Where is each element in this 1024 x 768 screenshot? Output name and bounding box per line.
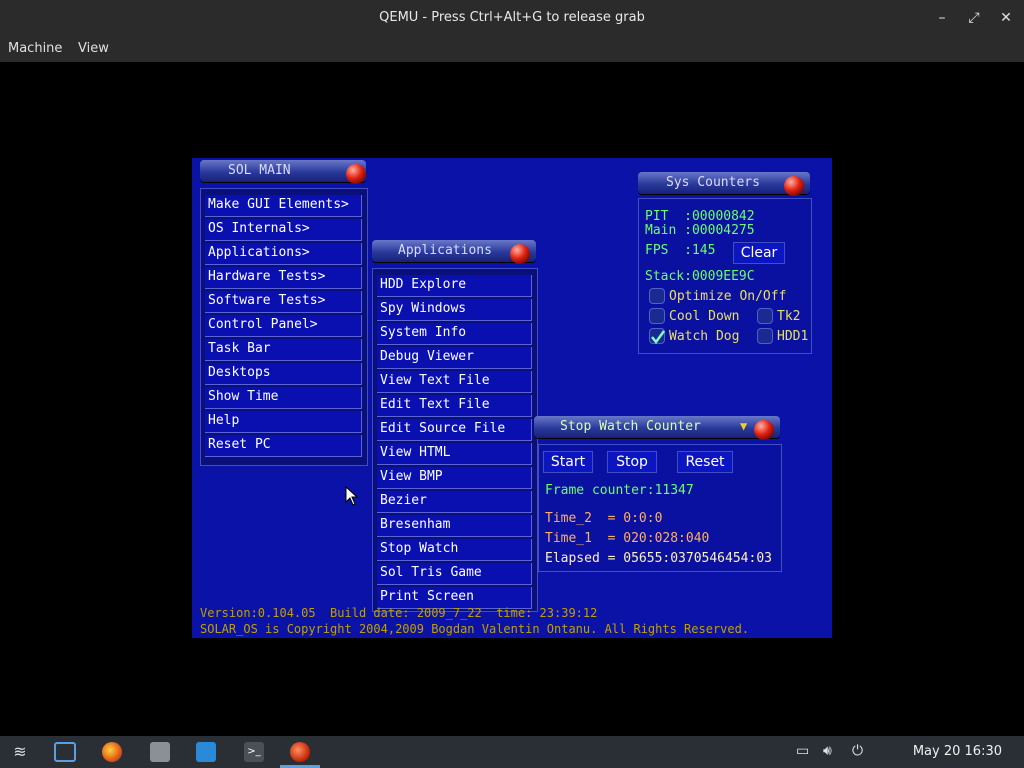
restore-icon[interactable]: ⤢: [964, 8, 984, 28]
files-icon[interactable]: [150, 742, 170, 762]
close-icon[interactable]: ✕: [996, 8, 1016, 28]
stop-button[interactable]: Stop: [607, 451, 657, 473]
frame-counter: Frame counter:11347: [545, 483, 694, 498]
app-item-sol-tris-game[interactable]: Sol Tris Game: [377, 563, 532, 585]
menu-item-task-bar[interactable]: Task Bar: [205, 339, 362, 361]
store-icon[interactable]: [196, 742, 216, 762]
menu-item-software-tests[interactable]: Software Tests>: [205, 291, 362, 313]
app-item-bezier[interactable]: Bezier: [377, 491, 532, 513]
sol-main-menu: Make GUI Elements> OS Internals> Applica…: [200, 188, 368, 466]
stop-watch-titlebar[interactable]: Stop Watch Counter ▼: [534, 416, 780, 440]
menu-item-make-gui[interactable]: Make GUI Elements>: [205, 195, 362, 217]
window-title: QEMU - Press Ctrl+Alt+G to release grab: [379, 10, 645, 25]
elapsed-time: Elapsed = 05655:0370546454:03: [545, 551, 772, 566]
menu-view[interactable]: View: [78, 41, 109, 56]
applications-menu: HDD Explore Spy Windows System Info Debu…: [372, 268, 538, 612]
pit-counter: PIT :00000842: [645, 209, 755, 224]
volume-icon[interactable]: 🔊︎: [823, 743, 832, 759]
menu-item-reset-pc[interactable]: Reset PC: [205, 435, 362, 457]
copyright-info: SOLAR_OS is Copyright 2004,2009 Bogdan V…: [200, 622, 750, 636]
display-icon[interactable]: ▭: [796, 743, 809, 759]
qemu-icon[interactable]: [290, 742, 310, 762]
app-launcher-icon[interactable]: ≋: [10, 742, 30, 762]
menu-item-control-panel[interactable]: Control Panel>: [205, 315, 362, 337]
app-item-hdd-explore[interactable]: HDD Explore: [377, 275, 532, 297]
stack-counter: Stack:0009EE9C: [645, 269, 755, 284]
window-switcher-icon[interactable]: [54, 742, 76, 762]
menu-item-help[interactable]: Help: [205, 411, 362, 433]
tk2-checkbox[interactable]: [757, 308, 773, 324]
sys-counters-title: Sys Counters: [666, 175, 760, 190]
clear-button[interactable]: Clear: [733, 242, 785, 264]
tk2-label: Tk2: [777, 309, 801, 324]
main-counter: Main :00004275: [645, 223, 755, 238]
app-item-debug-viewer[interactable]: Debug Viewer: [377, 347, 532, 369]
reset-button[interactable]: Reset: [677, 451, 733, 473]
menu-machine[interactable]: Machine: [8, 41, 62, 56]
app-item-edit-source-file[interactable]: Edit Source File: [377, 419, 532, 441]
app-item-spy-windows[interactable]: Spy Windows: [377, 299, 532, 321]
stop-watch-panel: Start Stop Reset Frame counter:11347 Tim…: [538, 444, 782, 572]
stop-watch-title: Stop Watch Counter: [560, 419, 701, 434]
dropdown-arrow-icon[interactable]: ▼: [740, 419, 747, 433]
sol-main-titlebar[interactable]: SOL MAIN: [200, 160, 366, 184]
sys-counters-close-icon[interactable]: [784, 176, 804, 196]
watch-dog-label: Watch Dog: [669, 329, 740, 344]
check-icon: [651, 330, 666, 345]
power-icon[interactable]: ⏻: [852, 743, 863, 759]
menubar: Machine View: [0, 36, 1024, 62]
guest-screen[interactable]: SOL MAIN Make GUI Elements> OS Internals…: [192, 158, 832, 638]
fps-counter: FPS :145: [645, 243, 716, 258]
sol-main-title: SOL MAIN: [228, 163, 291, 178]
clock[interactable]: May 20 16:30: [913, 744, 1002, 759]
app-item-view-text-file[interactable]: View Text File: [377, 371, 532, 393]
cool-down-checkbox[interactable]: [649, 308, 665, 324]
firefox-icon[interactable]: [102, 742, 122, 762]
watch-dog-checkbox[interactable]: [649, 328, 666, 345]
optimize-label: Optimize On/Off: [669, 289, 787, 304]
hdd1-label: HDD1: [777, 329, 809, 344]
app-item-view-bmp[interactable]: View BMP: [377, 467, 532, 489]
time-2: Time_2 = 0:0:0: [545, 511, 663, 526]
taskbar: ≋ >_ ▭ 🔊︎ ⏻ May 20 16:30: [0, 736, 1024, 768]
minimize-icon[interactable]: –: [932, 8, 952, 28]
cool-down-label: Cool Down: [669, 309, 740, 324]
applications-title: Applications: [398, 243, 492, 258]
hdd1-checkbox[interactable]: [757, 328, 773, 344]
menu-item-show-time[interactable]: Show Time: [205, 387, 362, 409]
app-item-edit-text-file[interactable]: Edit Text File: [377, 395, 532, 417]
version-info: Version:0.104.05 Build date: 2009_7_22 t…: [200, 606, 598, 620]
time-1: Time_1 = 020:028:040: [545, 531, 710, 546]
mouse-cursor-icon: [345, 486, 359, 506]
app-item-stop-watch[interactable]: Stop Watch: [377, 539, 532, 561]
app-item-system-info[interactable]: System Info: [377, 323, 532, 345]
menu-item-hardware-tests[interactable]: Hardware Tests>: [205, 267, 362, 289]
app-item-view-html[interactable]: View HTML: [377, 443, 532, 465]
start-button[interactable]: Start: [543, 451, 593, 473]
applications-titlebar[interactable]: Applications: [372, 240, 536, 264]
window-titlebar: QEMU - Press Ctrl+Alt+G to release grab …: [0, 0, 1024, 36]
optimize-checkbox[interactable]: [649, 288, 665, 304]
menu-item-os-internals[interactable]: OS Internals>: [205, 219, 362, 241]
terminal-icon[interactable]: >_: [244, 742, 264, 762]
menu-item-desktops[interactable]: Desktops: [205, 363, 362, 385]
app-item-bresenham[interactable]: Bresenham: [377, 515, 532, 537]
sol-main-close-icon[interactable]: [346, 164, 366, 184]
applications-close-icon[interactable]: [510, 244, 530, 264]
stop-watch-close-icon[interactable]: [754, 420, 774, 440]
sys-counters-panel: PIT :00000842 Main :00004275 FPS :145 Cl…: [638, 198, 812, 354]
sys-counters-titlebar[interactable]: Sys Counters: [638, 172, 810, 196]
menu-item-applications[interactable]: Applications>: [205, 243, 362, 265]
